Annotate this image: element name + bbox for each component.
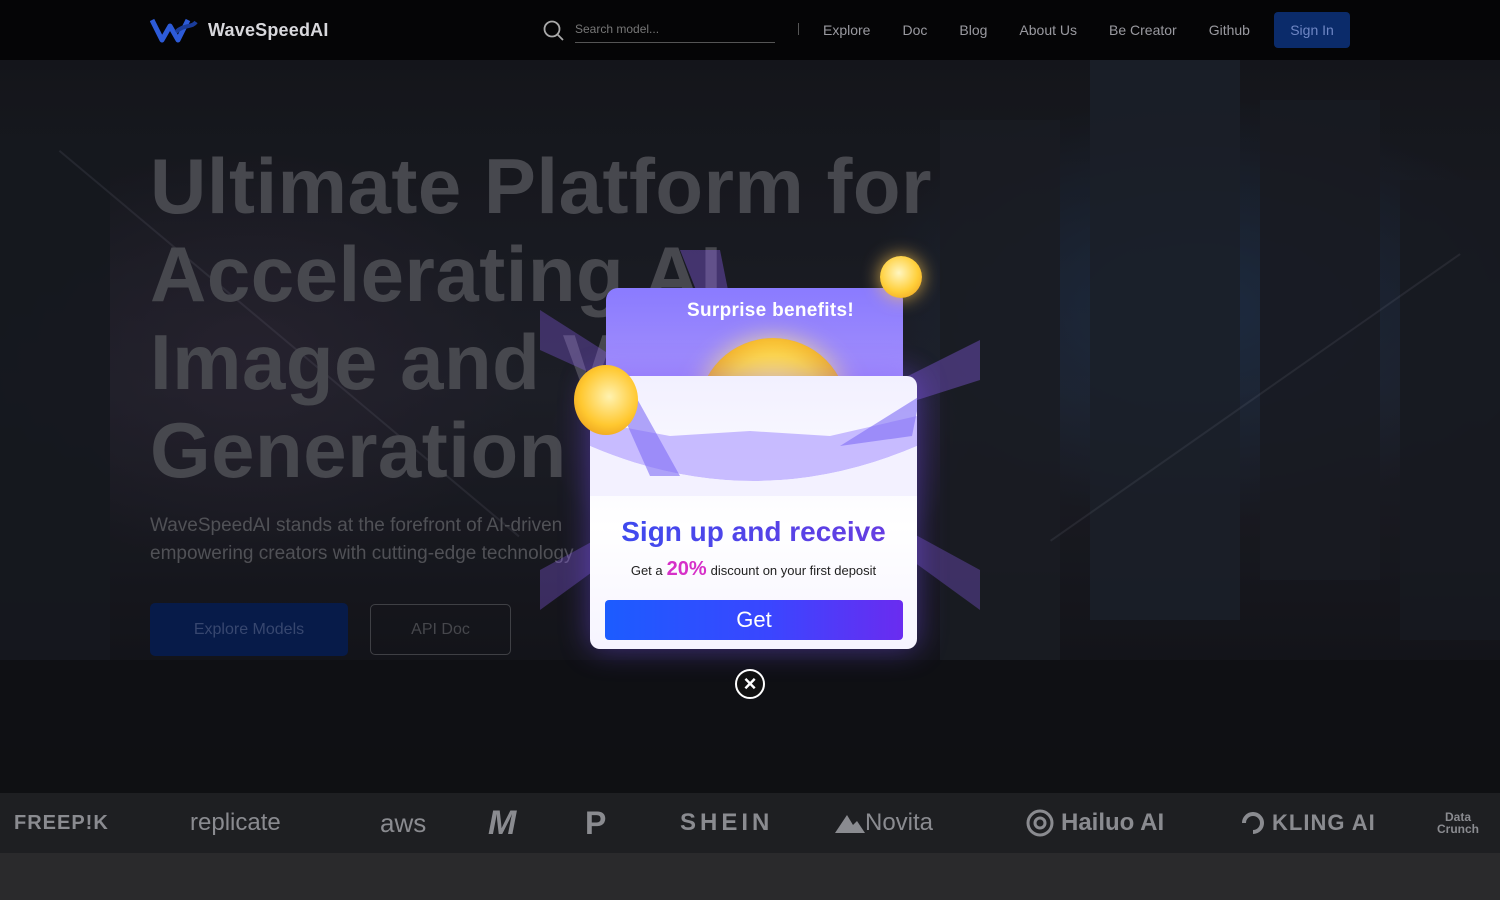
main-nav: Explore Doc Blog About Us Be Creator Git…: [823, 0, 1282, 60]
hailuo-swirl-icon: [1026, 809, 1054, 837]
partner-logo-hailuo: Hailuo AI: [1025, 793, 1164, 853]
partner-logos-strip: FREEP!K replicate aws M P SHEIN Novita H…: [0, 793, 1500, 853]
partner-logo-novita-label: Novita: [865, 809, 934, 836]
discount-percent: 20%: [666, 558, 707, 580]
nav-github[interactable]: Github: [1209, 22, 1250, 38]
partner-logo-freepik: FREEP!K: [14, 811, 109, 834]
partner-logo-replicate: replicate: [190, 809, 281, 836]
nav-be-creator[interactable]: Be Creator: [1109, 22, 1177, 38]
page: WaveSpeedAI Explore Doc Blog About Us Be…: [0, 0, 1500, 900]
partner-logo-p: P: [585, 804, 607, 841]
modal-headline: Sign up and receive: [590, 516, 917, 548]
wave-logo-icon: [150, 18, 198, 43]
promo-modal: Surprise benefits! 1$ Sign up and receiv…: [590, 288, 917, 649]
search-icon[interactable]: [543, 20, 565, 42]
close-icon: ×: [743, 671, 757, 696]
envelope-pocket: [590, 386, 917, 496]
brand-name: WaveSpeedAI: [208, 19, 329, 40]
subline-prefix: Get a: [630, 563, 663, 578]
close-modal-button[interactable]: ×: [735, 669, 765, 699]
search-input[interactable]: [575, 18, 775, 43]
coin-icon: [574, 365, 638, 435]
get-button[interactable]: Get: [605, 600, 903, 640]
nav-about-us[interactable]: About Us: [1019, 22, 1077, 38]
partner-logo-datacrunch: Data Crunch: [1437, 810, 1479, 836]
brand-logo[interactable]: WaveSpeedAI: [150, 14, 329, 46]
search-bar: [543, 18, 775, 43]
page-bottom-band: [0, 853, 1500, 900]
nav-doc[interactable]: Doc: [902, 22, 927, 38]
coin-icon: [880, 256, 922, 298]
partner-logo-kling-label: KLING AI: [1272, 810, 1376, 835]
top-navbar: WaveSpeedAI Explore Doc Blog About Us Be…: [0, 0, 1500, 60]
modal-banner-title: Surprise benefits!: [687, 300, 854, 321]
partner-logo-m: M: [488, 803, 517, 842]
partner-logo-aws: aws: [380, 807, 427, 838]
novita-triangle-icon: [835, 815, 865, 833]
partner-logo-hailuo-label: Hailuo AI: [1061, 809, 1165, 836]
kling-icon: [1242, 812, 1264, 834]
nav-blog[interactable]: Blog: [959, 22, 987, 38]
nav-divider: [798, 23, 799, 35]
sign-in-button[interactable]: Sign In: [1274, 12, 1350, 48]
subline-suffix: discount on your first deposit: [710, 563, 877, 578]
partner-logo-kling: KLING AI: [1240, 793, 1376, 853]
partner-logo-novita: Novita: [835, 793, 933, 853]
nav-explore[interactable]: Explore: [823, 22, 870, 38]
modal-subline: Get a 20% discount on your first deposit: [590, 558, 917, 581]
partner-logo-shein: SHEIN: [680, 809, 774, 836]
